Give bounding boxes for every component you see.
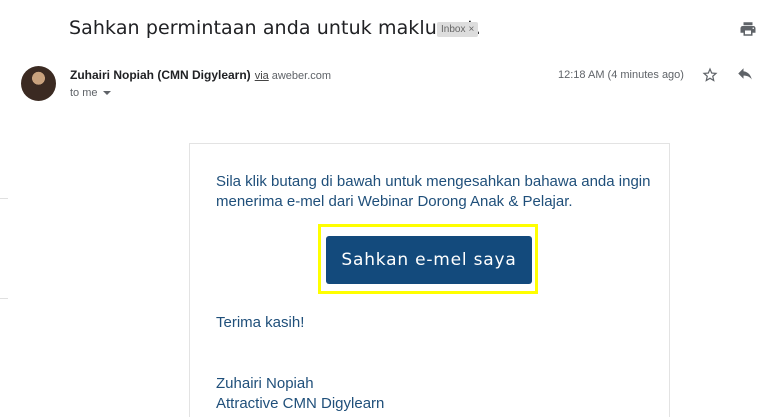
email-subject: Sahkan permintaan anda untuk maklumat. (69, 17, 481, 39)
via-link[interactable]: via (255, 70, 269, 82)
star-outline-icon-svg (702, 67, 718, 82)
inbox-label-text: Inbox (441, 24, 466, 35)
remove-label-button[interactable]: × (468, 24, 474, 35)
message-timestamp: 12:18 AM (4 minutes ago) (558, 69, 684, 81)
inbox-label-chip[interactable]: Inbox × (437, 22, 479, 37)
confirm-email-button[interactable]: Sahkan e-mel saya (326, 236, 532, 284)
star-icon[interactable] (701, 66, 719, 84)
sender-name[interactable]: Zuhairi Nopiah (CMN Digylearn) (70, 68, 251, 82)
print-icon-svg (740, 22, 756, 36)
reply-icon[interactable] (736, 67, 754, 83)
thanks-text: Terima kasih! (216, 314, 305, 331)
reply-arrow-icon-svg (738, 68, 752, 80)
caret-down-icon (102, 91, 111, 96)
sender-line: Zuhairi Nopiah (CMN Digylearn) via aweber.… (70, 68, 331, 82)
signature-name: Zuhairi Nopiah (216, 375, 314, 392)
via-domain: aweber.com (271, 70, 332, 82)
divider-mark (0, 198, 8, 199)
print-icon[interactable] (739, 20, 757, 38)
recipient-details-toggle[interactable]: to me (70, 87, 111, 99)
sender-avatar[interactable] (21, 66, 56, 101)
divider-mark (0, 298, 8, 299)
recipient-text: to me (70, 87, 98, 99)
signature-organization: Attractive CMN Digylearn (216, 395, 385, 412)
confirmation-paragraph: Sila klik butang di bawah untuk mengesah… (216, 173, 651, 210)
